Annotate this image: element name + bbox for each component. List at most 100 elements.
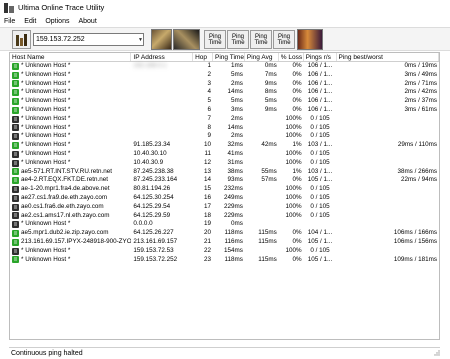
ping-time-button-4[interactable]: Ping Time [273, 30, 295, 49]
host-name: ae-1-20.mpr1.fra4.de.above.net [21, 185, 110, 193]
unreachable-host-icon [12, 221, 19, 229]
ping-time-button-2[interactable]: Ping Time [227, 30, 249, 49]
table-row[interactable]: * Unknown Host * 0.0.0.0 19 0ms [10, 220, 439, 229]
ping-best-worst: 38ms / 266ms [397, 167, 437, 175]
table-row[interactable]: ae4-2.RT.EQX.FKT.DE.retn.net 87.245.233.1… [10, 176, 439, 185]
character-art-3[interactable] [297, 29, 323, 50]
reachable-host-icon [12, 142, 19, 150]
ping-time: 93ms [227, 176, 243, 184]
ping-time-button-1[interactable]: Ping Time [204, 30, 226, 49]
ip-address: 64.125.30.254 [133, 193, 174, 201]
col-ping-time[interactable]: Ping Time [213, 53, 245, 61]
col-ping-best-worst[interactable]: Ping best/worst [337, 53, 439, 61]
table-row[interactable]: * Unknown Host * 9 2ms 100% 0 / 105 [10, 132, 439, 141]
ping-avg: 115ms [258, 237, 277, 245]
menu-about[interactable]: About [78, 18, 96, 25]
ip-address: 10.40.30.10 [133, 149, 167, 157]
table-row[interactable]: * Unknown Host * 5 5ms 5ms 0% 106 / 1... 2ms /… [10, 97, 439, 106]
hop: 6 [207, 105, 212, 113]
menu-options[interactable]: Options [45, 18, 69, 25]
ping-time: 116ms [224, 237, 243, 245]
table-row[interactable]: * Unknown Host * 10.40.30.10 11 41ms 100% 0 /… [10, 150, 439, 159]
menu-file[interactable]: File [4, 18, 15, 25]
ip-address: 64.125.29.59 [133, 211, 171, 219]
table-row[interactable]: * Unknown Host * 91.185.23.34 10 32ms 42ms 1%… [10, 141, 439, 150]
status-text: Continuous ping halted [11, 350, 83, 357]
pings: 0 / 105 [310, 132, 330, 140]
col-loss[interactable]: % Loss [279, 53, 304, 61]
table-row[interactable]: ae2.cs1.ams17.nl.eth.zayo.com 64.125.29.5… [10, 212, 439, 221]
ip-address: 80.81.194.26 [133, 185, 171, 193]
table-row[interactable]: * Unknown Host * 4 14ms 8ms 0% 106 / 1... 2ms … [10, 88, 439, 97]
host-name: * Unknown Host * [21, 88, 71, 96]
character-art-2[interactable] [173, 29, 200, 50]
table-row[interactable]: * Unknown Host * 3 2ms 9ms 0% 106 / 1... 2ms /… [10, 80, 439, 89]
hop: 8 [207, 123, 212, 131]
loss: 100% [285, 185, 302, 193]
col-pings[interactable]: Pings r/s [304, 53, 337, 61]
table-row[interactable]: 213.161.69.157.IPYX-248918-900-ZYO.zi...… [10, 238, 439, 247]
ip-address: 87.245.233.164 [133, 176, 178, 184]
pings: 0 / 105 [310, 211, 330, 219]
ping-time-button-3[interactable]: Ping Time [250, 30, 272, 49]
table-row[interactable]: * Unknown Host * 2 5ms 7ms 0% 106 / 1... 3ms /… [10, 71, 439, 80]
ping-time: 2ms [230, 79, 243, 87]
table-row[interactable]: ae5.mpr1.dub2.ie.zip.zayo.com 64.125.26.2… [10, 229, 439, 238]
resize-grip-icon[interactable] [433, 349, 440, 356]
table-row[interactable]: * Unknown Host * 7 2ms 100% 0 / 105 [10, 115, 439, 124]
pings: 0 / 105 [310, 193, 330, 201]
ping-best-worst: 2ms / 71ms [404, 79, 437, 87]
col-ping-avg[interactable]: Ping Avg [245, 53, 279, 61]
table-row[interactable]: ae5-571.RT.INT.STV.RU.retn.net 87.245.238… [10, 168, 439, 177]
menu-edit[interactable]: Edit [24, 18, 36, 25]
reachable-host-icon [12, 80, 19, 88]
table-row[interactable]: * Unknown Host * 10.40.30.9 12 31ms 100% 0 / … [10, 159, 439, 168]
col-hop[interactable]: Hop [193, 53, 214, 61]
toolbar: ▼ Ping Time Ping Time Ping Time Ping Tim… [0, 27, 450, 51]
trace-button[interactable] [12, 30, 31, 49]
host-cell: ae5.mpr1.dub2.ie.zip.zayo.com [10, 229, 131, 238]
host-cell: * Unknown Host * [10, 256, 131, 265]
ping-avg: 7ms [264, 70, 277, 78]
ping-time-label-4: Ping Time [277, 33, 291, 46]
host-cell: * Unknown Host * [10, 220, 131, 229]
ip-address: 64.125.29.54 [133, 202, 171, 210]
ip-address: 159.153.72.53 [133, 246, 174, 254]
host-cell: ae2.cs1.ams17.nl.eth.zayo.com [10, 212, 131, 221]
ping-best-worst: 29ms / 110ms [397, 141, 437, 149]
host-cell: 213.161.69.157.IPYX-248918-900-ZYO.zi... [10, 238, 131, 247]
pings: 103 / 1... [307, 141, 333, 149]
table-row[interactable]: * Unknown Host * 192.168.0.1 1 1ms 0ms 0% 106 … [10, 62, 439, 71]
table-row[interactable]: ae0.cs1.fra6.de.eth.zayo.com 64.125.29.54… [10, 203, 439, 212]
col-host-name[interactable]: Host Name [10, 53, 132, 61]
hop: 9 [207, 132, 212, 140]
hop: 23 [204, 255, 212, 263]
pings: 106 / 1... [307, 79, 333, 87]
hop: 15 [204, 185, 212, 193]
table-row[interactable]: ae27.cs1.fra9.de.eth.zayo.com 64.125.30.2… [10, 194, 439, 203]
loss: 100% [285, 246, 302, 254]
host-input[interactable] [33, 33, 144, 46]
trace-table[interactable]: Host Name IP Address Hop Ping Time Ping … [9, 52, 440, 340]
pings: 0 / 105 [310, 185, 330, 193]
table-row[interactable]: * Unknown Host * 6 3ms 9ms 0% 106 / 1... 3ms /… [10, 106, 439, 115]
host-cell: * Unknown Host * [10, 150, 131, 159]
ping-best-worst: 109ms / 181ms [393, 255, 437, 263]
loss: 100% [285, 211, 302, 219]
chevron-down-icon[interactable]: ▼ [137, 33, 144, 46]
pings: 103 / 1... [307, 167, 333, 175]
character-art-1[interactable] [151, 29, 172, 50]
hop: 17 [204, 202, 212, 210]
table-row[interactable]: * Unknown Host * 8 14ms 100% 0 / 105 [10, 124, 439, 133]
table-row[interactable]: ae-1-20.mpr1.fra4.de.above.net 80.81.194.… [10, 185, 439, 194]
col-ip-address[interactable]: IP Address [131, 53, 194, 61]
ping-avg: 9ms [264, 105, 277, 113]
ping-best-worst: 22ms / 94ms [400, 176, 437, 184]
table-row[interactable]: * Unknown Host * 159.153.72.53 22 154ms 100%… [10, 247, 439, 256]
pings: 0 / 105 [310, 123, 330, 131]
pings: 106 / 1... [307, 88, 333, 96]
reachable-host-icon [12, 168, 19, 176]
table-row[interactable]: * Unknown Host * 159.153.72.252 23 118ms 115… [10, 256, 439, 265]
host-name: * Unknown Host * [21, 62, 71, 69]
ip-address: 192.168.0.1 [133, 62, 167, 69]
